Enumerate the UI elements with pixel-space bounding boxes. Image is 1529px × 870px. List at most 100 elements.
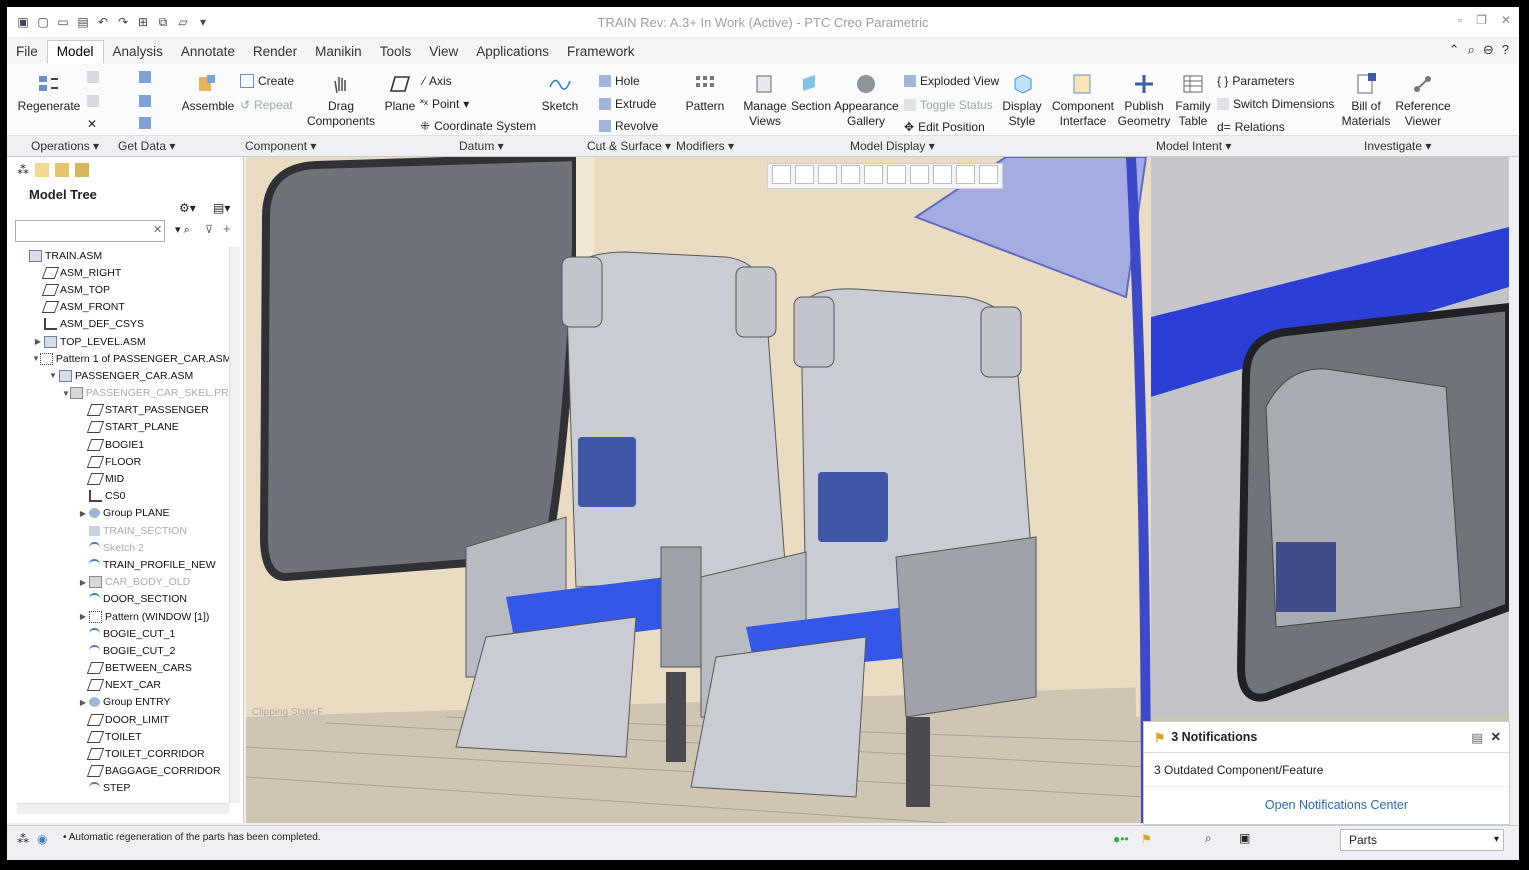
tree-item[interactable]: ▼ PASSENGER_CAR_SKEL.PRT — [17, 385, 229, 402]
publish-geometry-button[interactable]: Publish Geometry — [1116, 73, 1172, 129]
tree-item[interactable]: ▼ Pattern 1 of PASSENGER_CAR.ASM — [17, 350, 229, 367]
search-icon[interactable]: ⌕ — [1468, 42, 1475, 58]
parameters-button[interactable]: { } Parameters — [1217, 74, 1294, 88]
tree-item[interactable]: NEXT_CAR — [17, 677, 229, 694]
tree-item[interactable]: ▶ Group ENTRY — [17, 694, 229, 711]
model-tree-tab-icon[interactable]: ⁂ — [17, 163, 29, 177]
tree-item[interactable]: START_PASSENGER — [17, 402, 229, 419]
tree-item[interactable]: Sketch 2 — [17, 539, 229, 556]
tab-view[interactable]: View — [420, 41, 467, 63]
collapse-icon[interactable]: ▼ — [32, 354, 40, 363]
tree-settings-icon[interactable]: ⚙▾ — [179, 201, 196, 215]
favorites-tab-icon[interactable] — [55, 163, 69, 177]
layers-tab-icon[interactable] — [75, 163, 89, 177]
axis-button[interactable]: ⁄ Axis — [423, 74, 452, 88]
tree-item[interactable]: BOGIE_CUT_1 — [17, 625, 229, 642]
notification-message[interactable]: 3 Outdated Component/Feature — [1144, 753, 1509, 787]
collapse-icon[interactable]: ▼ — [47, 371, 59, 380]
extrude-button[interactable]: Extrude — [599, 97, 656, 111]
tree-item[interactable]: BETWEEN_CARS — [17, 660, 229, 677]
annotation-display-icon[interactable] — [979, 165, 998, 184]
relations-button[interactable]: d= Relations — [1217, 120, 1285, 134]
windows-icon[interactable]: ⧉ — [155, 14, 171, 30]
group-investigate[interactable]: Investigate ▾ — [1364, 139, 1431, 153]
clear-search-icon[interactable]: ✕ — [153, 223, 162, 236]
group-datum[interactable]: Datum ▾ — [459, 139, 504, 153]
tree-item[interactable]: ▶ Pattern (WINDOW [1]) — [17, 608, 229, 625]
group-operations[interactable]: Operations ▾ — [31, 139, 99, 153]
selection-filter-select[interactable]: Parts ▾ — [1340, 829, 1504, 851]
section-button[interactable]: Section — [790, 73, 832, 114]
filter-icon[interactable]: ⊽ — [205, 223, 213, 236]
minimize-icon[interactable]: ▫ — [1458, 13, 1462, 27]
point-button[interactable]: ˟ˣ Point ▾ — [420, 97, 469, 111]
help-icon[interactable]: ? — [1502, 42, 1509, 58]
tree-item[interactable]: ▶ Group PLANE — [17, 505, 229, 522]
component-interface-button[interactable]: Component Interface — [1050, 73, 1116, 129]
tab-applications[interactable]: Applications — [467, 41, 558, 63]
drag-components-button[interactable]: Drag Components — [303, 73, 379, 129]
tree-horizontal-scrollbar[interactable] — [17, 803, 229, 814]
expand-icon[interactable]: ▶ — [77, 698, 89, 707]
tree-item[interactable]: BOGIE1 — [17, 436, 229, 453]
operations-paste-icon[interactable] — [87, 95, 99, 107]
tree-item[interactable]: ASM_TOP — [17, 281, 229, 298]
get-data-icon-2[interactable] — [139, 95, 151, 107]
close-window-icon[interactable]: ▱ — [175, 14, 191, 30]
bill-of-materials-button[interactable]: Bill of Materials — [1337, 73, 1395, 129]
tree-item[interactable]: ▶ CAR_BODY_OLD — [17, 574, 229, 591]
group-get-data[interactable]: Get Data ▾ — [118, 139, 175, 153]
hole-button[interactable]: Hole — [599, 74, 640, 88]
add-filter-icon[interactable]: + — [223, 221, 231, 236]
group-cut-surface[interactable]: Cut & Surface ▾ — [587, 139, 671, 153]
expand-icon[interactable]: ▶ — [77, 612, 89, 621]
tree-item[interactable]: TOILET_CORRIDOR — [17, 745, 229, 762]
community-icon[interactable]: ⊖ — [1483, 42, 1494, 58]
tree-item[interactable]: ▶ TOP_LEVEL.ASM — [17, 333, 229, 350]
find-icon[interactable]: ▾ ⌕ — [175, 223, 190, 237]
browser-toggle-icon[interactable]: ◉ — [37, 832, 47, 846]
tree-item[interactable]: ▼ PASSENGER_CAR.ASM — [17, 367, 229, 384]
tree-toggle-icon[interactable]: ⁂ — [17, 832, 29, 846]
group-modifiers[interactable]: Modifiers ▾ — [676, 139, 734, 153]
collapse-icon[interactable]: ▼ — [62, 389, 70, 398]
expand-icon[interactable]: ▶ — [77, 578, 89, 587]
expand-icon[interactable]: ▶ — [77, 509, 89, 518]
appearance-gallery-button[interactable]: Appearance Gallery — [834, 73, 899, 129]
operations-copy-icon[interactable] — [87, 71, 99, 83]
tree-item[interactable]: MID — [17, 470, 229, 487]
repaint-icon[interactable] — [841, 165, 860, 184]
tree-vertical-scrollbar[interactable] — [229, 247, 240, 803]
restore-icon[interactable]: ❐ — [1476, 13, 1487, 27]
regenerate-button[interactable]: Regenerate — [17, 73, 81, 114]
switch-dimensions-button[interactable]: Switch Dimensions — [1217, 97, 1334, 111]
tree-item[interactable]: DOOR_LIMIT — [17, 711, 229, 728]
group-model-display[interactable]: Model Display ▾ — [850, 139, 935, 153]
notification-settings-icon[interactable]: ▤ — [1471, 730, 1483, 745]
open-file-icon[interactable]: ▭ — [55, 14, 71, 30]
selection-status-icon[interactable]: ▣ — [1239, 831, 1250, 845]
edit-position-button[interactable]: ✥ Edit Position — [904, 120, 985, 134]
tab-analysis[interactable]: Analysis — [104, 41, 172, 63]
tab-render[interactable]: Render — [244, 41, 306, 63]
display-style-icon[interactable] — [864, 165, 883, 184]
tree-show-icon[interactable]: ▤▾ — [213, 201, 230, 215]
tree-item[interactable]: ASM_DEF_CSYS — [17, 316, 229, 333]
tree-item[interactable]: BOGIE_CUT_2 — [17, 642, 229, 659]
get-data-icon-3[interactable] — [139, 117, 151, 129]
sketch-button[interactable]: Sketch — [537, 73, 583, 114]
close-notification-icon[interactable]: ✕ — [1491, 729, 1501, 744]
find-status-icon[interactable]: ⌕ — [1205, 831, 1212, 846]
tree-item[interactable]: FLOOR — [17, 453, 229, 470]
tab-manikin[interactable]: Manikin — [306, 41, 371, 63]
undo-icon[interactable]: ↶ — [95, 14, 111, 30]
redo-icon[interactable]: ↷ — [115, 14, 131, 30]
spin-center-icon[interactable] — [956, 165, 975, 184]
view-manager-icon[interactable] — [910, 165, 929, 184]
delete-icon[interactable]: ✕ — [87, 117, 97, 131]
open-notifications-center-link[interactable]: Open Notifications Center — [1144, 787, 1509, 823]
tab-framework[interactable]: Framework — [558, 41, 644, 63]
tree-item[interactable]: BAGGAGE_CORRIDOR — [17, 763, 229, 780]
folder-browser-tab-icon[interactable] — [35, 163, 49, 177]
zoom-in-icon[interactable] — [795, 165, 814, 184]
